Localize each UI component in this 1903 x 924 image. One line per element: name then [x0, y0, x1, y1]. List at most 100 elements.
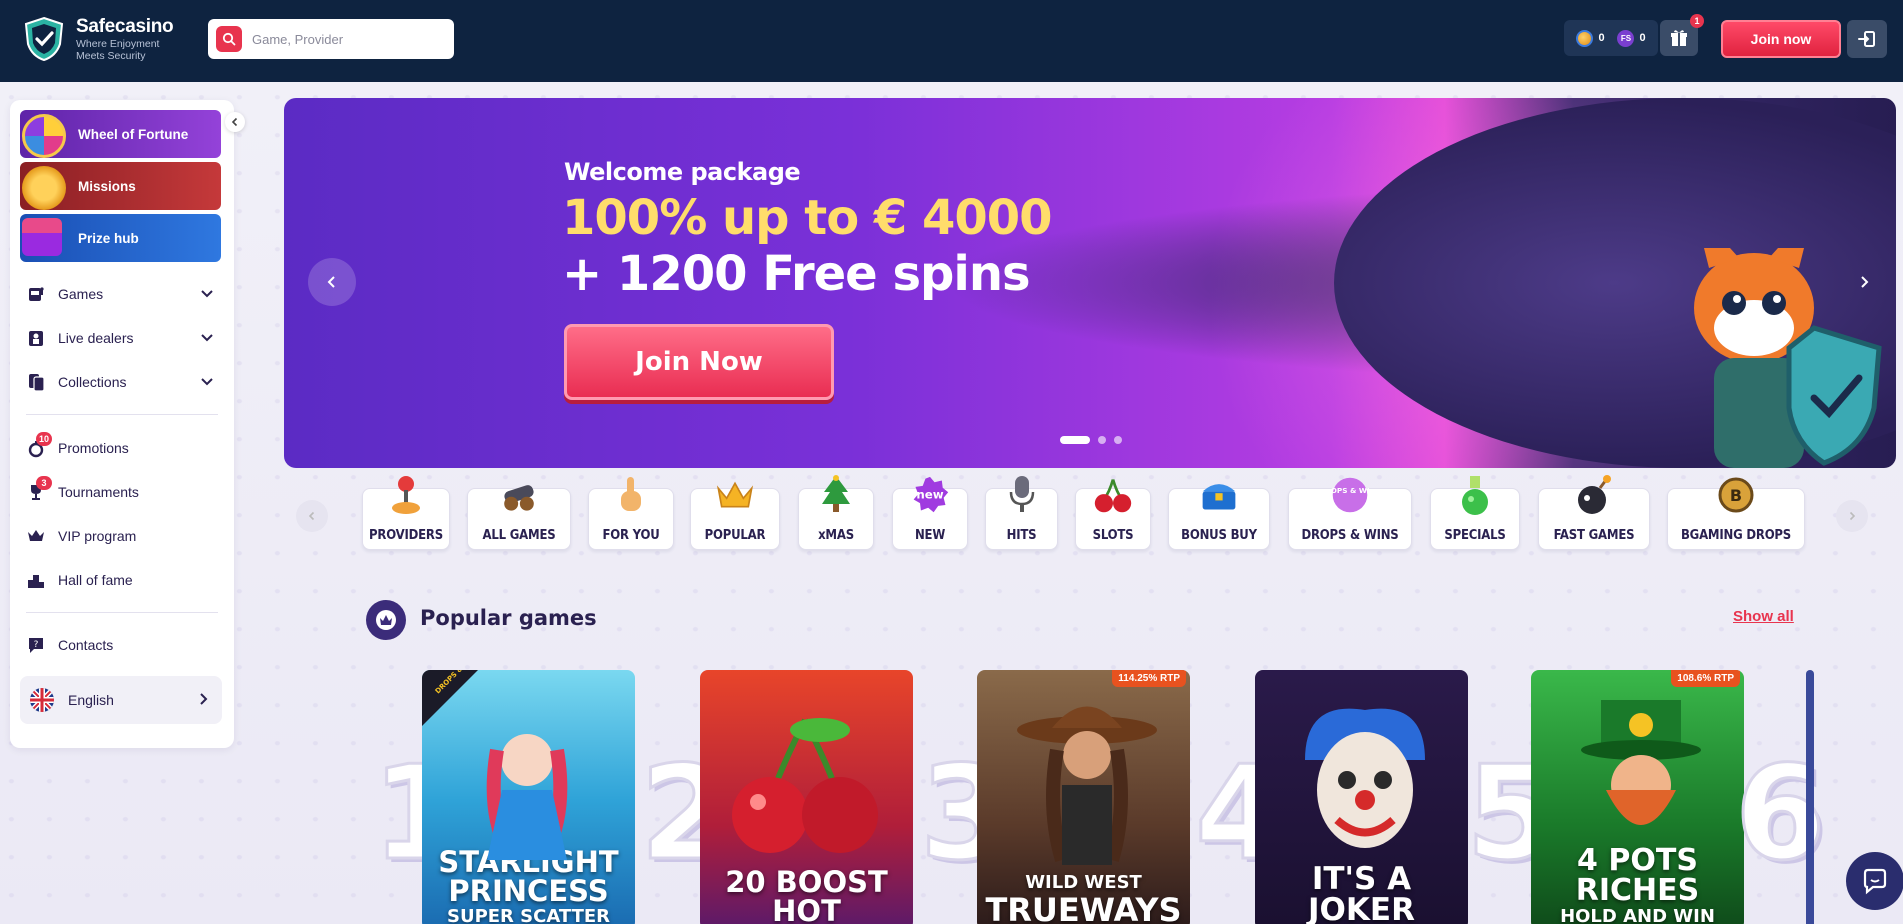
chevron-right-icon — [196, 692, 210, 709]
wheel-icon — [22, 114, 66, 158]
show-all-link[interactable]: Show all — [1733, 608, 1794, 625]
sidebar-item-collections[interactable]: Collections — [20, 364, 220, 400]
sidebar-item-tournaments[interactable]: 3 Tournaments — [20, 474, 220, 510]
live-chat-button[interactable] — [1846, 852, 1903, 910]
cherries-art — [732, 718, 878, 853]
banner-dot-1[interactable] — [1060, 436, 1090, 444]
category-all-games[interactable]: ALL GAMES — [467, 485, 571, 550]
chevron-down-icon — [200, 286, 214, 303]
sidebar-item-promotions[interactable]: 10 Promotions — [20, 430, 220, 466]
sidebar-item-games-label: Games — [58, 286, 104, 302]
game-title: 20 BOOST HOT — [725, 865, 888, 924]
category-slots[interactable]: SLOTS — [1075, 479, 1151, 550]
join-now-button[interactable]: Join now — [1721, 20, 1841, 58]
banner-join-now-button[interactable]: Join Now — [564, 324, 834, 400]
search-input[interactable] — [252, 31, 442, 47]
dealer-icon — [26, 328, 46, 348]
coin-balance-value: 0 — [1598, 32, 1605, 44]
category-popular[interactable]: POPULAR — [690, 481, 780, 550]
bomb-icon — [1574, 475, 1614, 515]
category-for-you[interactable]: FOR YOU — [588, 477, 674, 550]
chat-question-icon: ? — [26, 635, 46, 655]
sidebar-item-collections-label: Collections — [58, 374, 127, 390]
top-header: Safecasino Where Enjoyment Meets Securit… — [0, 0, 1903, 82]
sidebar-item-hall-of-fame[interactable]: Hall of fame — [20, 562, 220, 598]
category-fast-games[interactable]: FAST GAMES — [1538, 475, 1650, 550]
sidebar-item-contacts[interactable]: ? Contacts — [20, 627, 220, 663]
game-card-20-boost-hot[interactable]: 20 BOOST HOT — [700, 670, 913, 924]
drops-wins-badge-text: DROPS & WINS — [1330, 486, 1370, 495]
category-for-you-label: FOR YOU — [602, 528, 660, 543]
category-new-label: NEW — [914, 528, 946, 543]
pointing-hand-icon — [611, 475, 651, 515]
sidebar-item-live-dealers[interactable]: Live dealers — [20, 320, 220, 356]
game-kicker: WILD WEST — [1025, 872, 1142, 893]
category-drops-wins[interactable]: DROPS & WINS DROPS & WINS — [1288, 477, 1412, 550]
category-hits-label: HITS — [1006, 528, 1037, 543]
category-bonus-buy[interactable]: BONUS BUY — [1168, 484, 1270, 550]
welcome-banner[interactable]: Welcome package 100% up to € 4000 + 1200… — [284, 98, 1896, 468]
category-bgaming-drops[interactable]: B BGAMING DROPS — [1667, 477, 1805, 550]
sidebar-item-vip-program[interactable]: VIP program — [20, 518, 220, 554]
language-label: English — [68, 692, 114, 708]
language-selector[interactable]: English — [20, 676, 222, 724]
cherries-icon — [1093, 475, 1133, 515]
promotions-badge: 10 — [36, 432, 53, 446]
category-xmas[interactable]: xMAS — [798, 475, 874, 550]
prize-hub-label: Prize hub — [78, 230, 139, 246]
wheel-of-fortune-label: Wheel of Fortune — [78, 126, 189, 142]
banner-next-button[interactable] — [1840, 258, 1888, 306]
category-new[interactable]: new NEW — [892, 476, 968, 550]
category-providers[interactable]: PROVIDERS — [362, 476, 450, 550]
category-specials[interactable]: SPECIALS — [1430, 476, 1520, 550]
categories-next-button[interactable] — [1836, 500, 1868, 532]
banner-headline: 100% up to € 4000 — [562, 190, 1053, 246]
popular-games-title: Popular games — [420, 606, 597, 630]
site-logo[interactable]: Safecasino Where Enjoyment Meets Securit… — [22, 16, 174, 62]
new-badge-icon: new — [910, 475, 950, 515]
sidebar-item-vip-program-label: VIP program — [58, 528, 137, 544]
crown-icon — [26, 526, 46, 546]
new-badge-text: new — [916, 488, 943, 502]
login-button[interactable] — [1847, 20, 1887, 58]
search-icon[interactable] — [216, 26, 242, 52]
sidebar-item-live-dealers-label: Live dealers — [58, 330, 134, 346]
search-bar — [208, 19, 454, 59]
categories-prev-button[interactable] — [296, 500, 328, 532]
missions-tile[interactable]: Missions — [20, 162, 221, 210]
game-subtitle: SUPER SCATTER — [446, 906, 611, 924]
sidebar-item-games[interactable]: Games — [20, 276, 220, 312]
sidebar-collapse-button[interactable] — [225, 112, 245, 132]
treasure-chest-icon — [1199, 475, 1239, 515]
sidebar-divider — [26, 612, 218, 613]
chevron-left-icon — [308, 511, 315, 521]
balance-widget[interactable]: 0 FS 0 — [1564, 20, 1658, 56]
trophy-icon: 3 — [26, 476, 52, 502]
banner-dot-2[interactable] — [1098, 436, 1106, 444]
game-card-trueways[interactable]: 114.25% RTP WILD WEST TRUEWAYS — [977, 670, 1190, 924]
drops-wins-icon: DROPS & WINS — [1330, 475, 1370, 515]
game-card-its-a-joker[interactable]: IT'S A JOKER — [1255, 670, 1468, 924]
game-card-4-pots-riches[interactable]: 108.6% RTP 4 POTS RICHES HOLD AND WIN — [1531, 670, 1744, 924]
christmas-tree-icon — [816, 475, 856, 515]
category-slots-label: SLOTS — [1092, 528, 1134, 543]
game-card-6-partial[interactable] — [1806, 670, 1814, 924]
category-fast-games-label: FAST GAMES — [1553, 528, 1635, 543]
svg-text:B: B — [1730, 486, 1742, 505]
chevron-down-icon — [200, 330, 214, 347]
gift-button[interactable]: 1 — [1660, 14, 1704, 56]
chevron-right-icon — [1861, 276, 1869, 288]
uk-flag-icon — [30, 688, 54, 712]
category-drops-wins-label: DROPS & WINS — [1301, 528, 1399, 543]
medal-icon — [22, 166, 66, 210]
banner-subheadline: + 1200 Free spins — [562, 246, 1031, 302]
banner-dot-3[interactable] — [1114, 436, 1122, 444]
wheel-of-fortune-tile[interactable]: Wheel of Fortune — [20, 110, 221, 158]
category-xmas-label: xMAS — [818, 528, 854, 543]
game-card-starlight-princess[interactable]: DROPS & WINS STARLIGHT PRINCESS SUPER SC… — [422, 670, 635, 924]
coin-balance: 0 — [1576, 29, 1605, 47]
category-all-games-label: ALL GAMES — [482, 528, 556, 543]
banner-prev-button[interactable] — [308, 258, 356, 306]
prize-hub-tile[interactable]: Prize hub — [20, 214, 221, 262]
category-hits[interactable]: HITS — [985, 476, 1058, 550]
